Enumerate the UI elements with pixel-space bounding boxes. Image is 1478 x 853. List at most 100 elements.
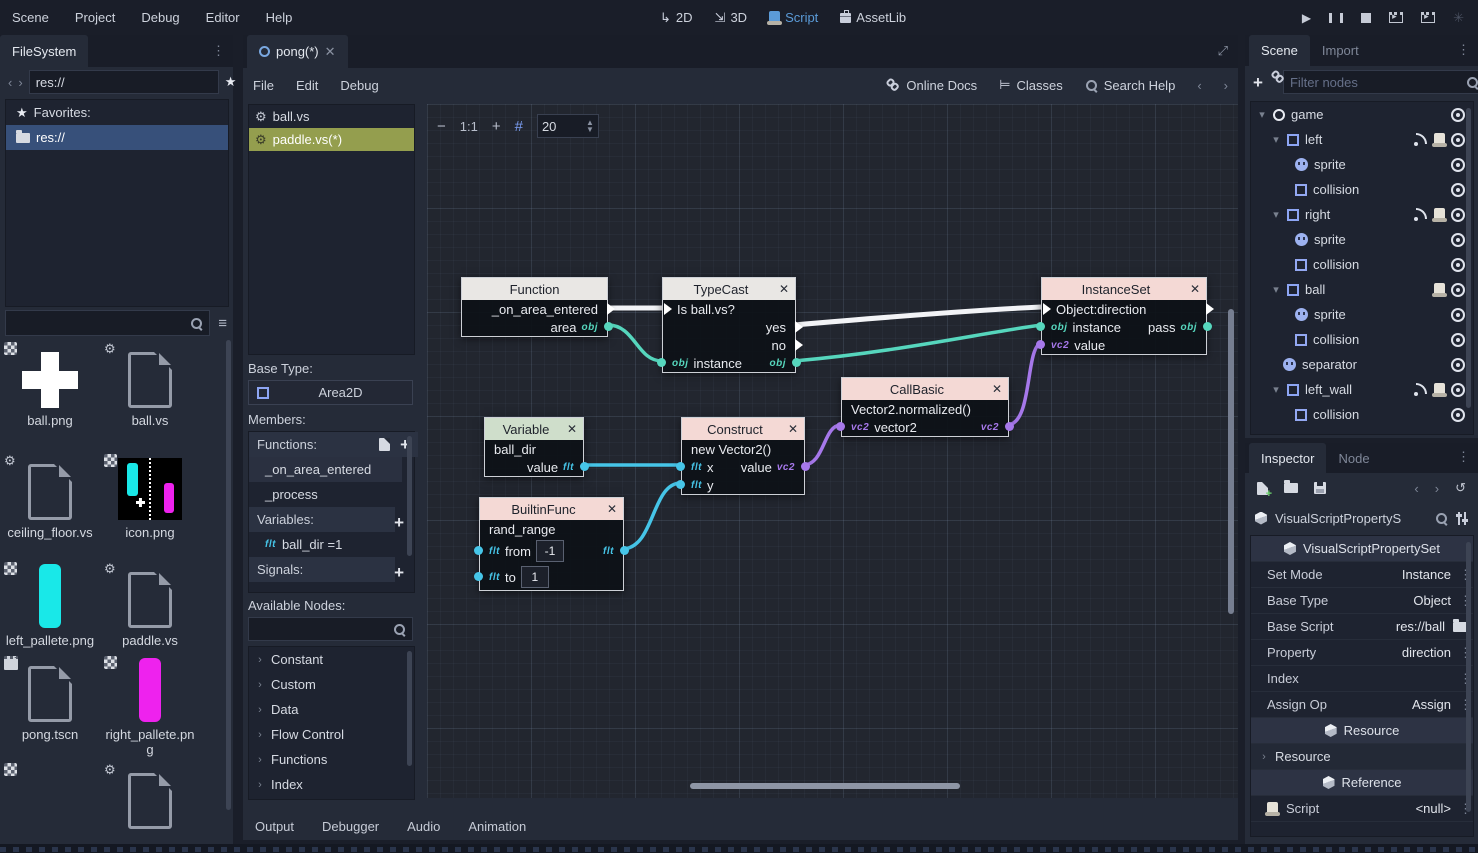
float-in-port-y[interactable] (676, 480, 685, 489)
visibility-eye-icon[interactable] (1451, 383, 1465, 397)
favorite-star-icon[interactable]: ★ (225, 74, 237, 90)
from-value-spinbox[interactable]: -1 (536, 540, 564, 562)
float-in-port-x[interactable] (676, 462, 685, 471)
script-item-ball-vs[interactable]: ⚙ ball.vs (249, 105, 414, 128)
graph-node-function[interactable]: Function _on_area_entered areaobj (461, 277, 608, 337)
node-close-icon[interactable]: ✕ (561, 422, 577, 436)
file-partial-vs[interactable]: ⚙ (100, 759, 200, 829)
script-icon[interactable] (1434, 283, 1445, 296)
visibility-eye-icon[interactable] (1451, 108, 1465, 122)
prop-base-script[interactable]: Base Scriptres://ball (1251, 614, 1473, 640)
load-resource-icon[interactable] (1284, 483, 1298, 493)
pause-button[interactable] (1329, 13, 1343, 23)
override-function-icon[interactable] (379, 438, 390, 451)
path-input[interactable] (29, 70, 219, 94)
prop-base-type[interactable]: Base TypeObject⋮ (1251, 588, 1473, 614)
graph-node-instanceset[interactable]: InstanceSet✕ Object:direction objinstanc… (1041, 277, 1207, 355)
variable-item-ball-dir[interactable]: flt ball_dir =1 (249, 532, 414, 557)
to-value-spinbox[interactable]: 1 (521, 566, 549, 588)
script-icon[interactable] (1434, 208, 1445, 221)
property-set-section[interactable]: VisualScriptPropertySet (1251, 536, 1473, 562)
visibility-eye-icon[interactable] (1451, 258, 1465, 272)
tab-import[interactable]: Import (1310, 35, 1371, 66)
file-pong-tscn[interactable]: pong.tscn (0, 652, 100, 742)
filter-nodes-input[interactable] (1290, 75, 1466, 90)
workspace-assetlib-button[interactable]: AssetLib (840, 10, 906, 25)
script-menu-edit[interactable]: Edit (296, 78, 318, 93)
vector2-out-port[interactable] (1005, 422, 1014, 431)
resource-collapsible-row[interactable]: ›Resource (1251, 744, 1473, 770)
graph-vscrollbar[interactable] (1228, 309, 1234, 614)
tree-row-sprite[interactable]: sprite (1251, 302, 1473, 327)
workspace-script-button[interactable]: Script (769, 10, 818, 25)
search-help-button[interactable]: Search Help (1085, 78, 1176, 93)
visibility-eye-icon[interactable] (1451, 158, 1465, 172)
script-icon[interactable] (1434, 133, 1445, 146)
dock-menu-icon[interactable]: ⋮ (1457, 42, 1470, 58)
tab-filesystem[interactable]: FileSystem (0, 35, 88, 67)
zoom-reset-button[interactable]: 1:1 (460, 119, 478, 134)
classes-button[interactable]: ⊨Classes (999, 77, 1063, 93)
menu-debug[interactable]: Debug (141, 10, 179, 25)
graph-node-variable[interactable]: Variable✕ ball_dir valueflt (484, 417, 584, 477)
file-search-input[interactable] (5, 310, 210, 336)
exec-out-port[interactable] (607, 303, 615, 315)
zoom-out-icon[interactable]: − (437, 118, 446, 135)
tab-inspector[interactable]: Inspector (1249, 443, 1326, 473)
members-scrollbar[interactable] (407, 436, 412, 556)
script-menu-file[interactable]: File (253, 78, 274, 93)
signal-icon[interactable] (1414, 383, 1428, 397)
menu-scene[interactable]: Scene (12, 10, 49, 25)
tab-scene[interactable]: Scene (1249, 35, 1310, 66)
tree-row-collision[interactable]: collision (1251, 177, 1473, 202)
prop-assign-op[interactable]: Assign OpAssign⋮ (1251, 692, 1473, 718)
graph-node-typecast[interactable]: TypeCast✕ Is ball.vs? yes no objinstance… (662, 277, 796, 373)
prop-property[interactable]: Propertydirection⋮ (1251, 640, 1473, 666)
save-resource-icon[interactable] (1314, 482, 1326, 494)
object-in-port[interactable] (1036, 322, 1045, 331)
object-out-port[interactable] (1203, 322, 1212, 331)
snap-step-spinbox[interactable]: 20 ▲▼ (537, 114, 599, 138)
inspector-scrollbar[interactable] (1466, 542, 1471, 812)
tree-row-collision[interactable]: collision (1251, 252, 1473, 277)
graph-node-builtinfunc[interactable]: BuiltinFunc✕ rand_range fltfrom-1flt flt… (479, 497, 624, 591)
graph-node-callbasic[interactable]: CallBasic✕ Vector2.normalized() vc2vecto… (841, 377, 1009, 437)
tab-audio[interactable]: Audio (407, 819, 440, 834)
dock-menu-icon[interactable]: ⋮ (212, 43, 225, 59)
function-item-process[interactable]: _process (249, 482, 414, 507)
visibility-eye-icon[interactable] (1451, 208, 1465, 222)
base-type-button[interactable]: Area2D (248, 380, 413, 405)
add-signal-icon[interactable]: + (394, 564, 404, 581)
play-scene-button[interactable] (1389, 12, 1403, 23)
history-forward-icon[interactable]: › (1224, 78, 1228, 93)
nav-forward-icon[interactable]: › (18, 75, 22, 90)
add-node-button[interactable]: + (1253, 74, 1263, 91)
prop-set-mode[interactable]: Set ModeInstance⋮ (1251, 562, 1473, 588)
file-ball-vs[interactable]: ⚙ ball.vs (100, 338, 200, 428)
search-properties-icon[interactable] (1435, 512, 1448, 525)
file-partial-image[interactable] (0, 759, 100, 765)
play-custom-scene-button[interactable] (1421, 12, 1435, 23)
file-icon-png[interactable]: icon.png (100, 450, 200, 540)
node-category-functions[interactable]: ›Functions (249, 747, 414, 772)
visibility-eye-icon[interactable] (1451, 283, 1465, 297)
script-icon[interactable] (1434, 383, 1445, 396)
node-category-flow-control[interactable]: ›Flow Control (249, 722, 414, 747)
node-category-custom[interactable]: ›Custom (249, 672, 414, 697)
vector2-in-port[interactable] (1036, 340, 1045, 349)
instance-scene-icon[interactable] (1268, 77, 1278, 87)
browse-script-icon[interactable] (1453, 622, 1467, 632)
nav-back-icon[interactable]: ‹ (8, 75, 12, 90)
node-tree-scrollbar[interactable] (407, 651, 412, 766)
file-left-pallete-png[interactable]: left_pallete.png (0, 558, 100, 648)
inspector-back-icon[interactable]: ‹ (1414, 481, 1418, 496)
function-item-on-area-entered[interactable]: _on_area_entered (249, 457, 402, 482)
tree-row-collision[interactable]: collision (1251, 327, 1473, 352)
tree-row-sprite[interactable]: sprite (1251, 152, 1473, 177)
visibility-eye-icon[interactable] (1451, 183, 1465, 197)
tab-close-icon[interactable]: ✕ (325, 44, 336, 60)
file-list-toggle-icon[interactable]: ≡ (218, 315, 227, 332)
file-paddle-vs[interactable]: ⚙ paddle.vs (100, 558, 200, 648)
visibility-eye-icon[interactable] (1451, 233, 1465, 247)
file-right-pallete-png[interactable]: right_pallete.png (100, 652, 200, 757)
